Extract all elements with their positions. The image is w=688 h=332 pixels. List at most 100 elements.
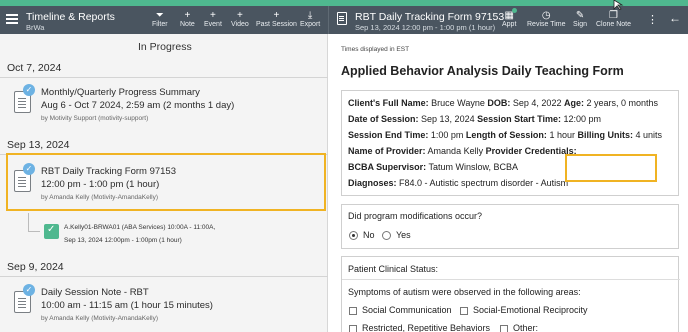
checkbox-restricted-repetitive[interactable]	[349, 325, 357, 332]
hamburger-menu-icon[interactable]	[6, 14, 18, 24]
filter-button[interactable]: ⏷ Filter	[152, 10, 168, 28]
clinical-status-prompt: Symptoms of autism were observed in the …	[348, 287, 581, 297]
add-event-button[interactable]: + Event	[204, 10, 222, 28]
event-label: Event	[204, 21, 222, 28]
back-arrow-icon[interactable]: ←	[669, 11, 681, 25]
diagnoses-row: Diagnoses: F84.0 - Autistic spectrum dis…	[348, 178, 568, 188]
provider-label: Name of Provider:	[348, 146, 426, 156]
export-label: Export	[300, 21, 321, 28]
diagnoses-value: F84.0 - Autistic spectrum disorder - Aut…	[399, 178, 569, 188]
item-time: 10:00 am - 11:15 am (1 hour 15 minutes)	[41, 300, 213, 311]
clone-note-button[interactable]: ❐ Clone Note	[596, 10, 631, 28]
timeline-item-progress-summary[interactable]: ✓ Monthly/Quarterly Progress Summary Aug…	[14, 84, 314, 127]
session-date-label: Date of Session:	[348, 114, 419, 124]
item-title: Monthly/Quarterly Progress Summary	[41, 87, 200, 98]
timezone-note: Times displayed in EST	[341, 46, 410, 53]
radio-no[interactable]	[349, 231, 358, 240]
provider-row: Name of Provider: Amanda Kelly Provider …	[348, 146, 577, 156]
copy-icon: ❐	[609, 10, 618, 21]
provider-value: Amanda Kelly	[427, 146, 484, 156]
app-header: Timeline & Reports BrWa ⏷ Filter + Note …	[0, 6, 688, 34]
past-session-label: Past Session	[256, 21, 297, 28]
checkbox-label: Social-Emotional Reciprocity	[473, 305, 588, 315]
timeline-panel: In Progress Oct 7, 2024 ✓ Monthly/Quarte…	[0, 34, 328, 332]
radio-yes[interactable]	[382, 231, 391, 240]
tree-connector	[28, 213, 29, 231]
start-time-label: Session Start Time:	[477, 114, 561, 124]
date-heading: Sep 9, 2024	[7, 261, 64, 273]
client-row: Client's Full Name: Bruce Wayne DOB: Sep…	[348, 98, 658, 108]
filter-icon: ⏷	[155, 10, 164, 21]
date-heading: Sep 13, 2024	[7, 139, 70, 151]
sign-button[interactable]: ✎ Sign	[573, 10, 587, 28]
add-note-button[interactable]: + Note	[180, 10, 195, 28]
date-heading: Oct 7, 2024	[7, 62, 62, 74]
checkbox-label: Restricted, Repetitive Behaviors	[362, 323, 491, 332]
form-title: Applied Behavior Analysis Daily Teaching…	[341, 64, 624, 78]
checkbox-other[interactable]	[500, 325, 508, 332]
diagnoses-label: Diagnoses:	[348, 178, 397, 188]
filter-label: Filter	[152, 21, 168, 28]
export-button[interactable]: ⤓ Export	[300, 10, 320, 28]
check-badge-icon: ✓	[23, 84, 35, 96]
appointment-line-2: Sep 13, 2024 12:00pm - 1:00pm (1 hour)	[64, 237, 182, 244]
appointment-line-1: A.Kelly01-BRWA01 (ABA Services) 10:00A -…	[64, 224, 216, 231]
pen-icon: ✎	[575, 10, 585, 21]
timeline-item-daily-session-note[interactable]: ✓ Daily Session Note - RBT 10:00 am - 11…	[14, 284, 314, 327]
billing-units-label: Billing Units:	[577, 130, 633, 140]
bcba-value: Tatum Winslow, BCBA	[428, 162, 519, 172]
timeline-title: Timeline & Reports	[26, 11, 115, 23]
more-options-icon[interactable]: ⋮	[647, 13, 658, 26]
revise-time-label: Revise Time	[527, 21, 566, 28]
note-label: Note	[180, 21, 195, 28]
date-divider	[0, 276, 328, 277]
end-time-label: Session End Time:	[348, 130, 429, 140]
plus-icon: +	[273, 10, 280, 21]
length-value: 1 hour	[549, 130, 575, 140]
revise-time-button[interactable]: ◷ Revise Time	[527, 10, 566, 28]
checkbox-social-emotional[interactable]	[460, 307, 468, 315]
session-date-value: Sep 13, 2024	[421, 114, 475, 124]
item-author: by Amanda Kelly (Motivity-AmandaKelly)	[41, 315, 159, 322]
appt-badge	[512, 8, 517, 13]
date-divider	[0, 77, 328, 78]
item-author: by Motivity Support (motivity-support)	[41, 115, 149, 122]
form-header: RBT Daily Tracking Form 97153 Sep 13, 20…	[328, 6, 688, 34]
add-past-session-button[interactable]: + Past Session	[256, 10, 297, 28]
video-label: Video	[231, 21, 249, 28]
item-time: Aug 6 - Oct 7 2024, 2:59 am (2 months 1 …	[41, 100, 235, 111]
end-time-value: 1:00 pm	[430, 130, 464, 140]
appt-label: Appt	[502, 21, 517, 28]
plus-icon: +	[210, 10, 216, 21]
credentials-label: Provider Credentials:	[485, 146, 577, 156]
bcba-label: BCBA Supervisor:	[348, 162, 427, 172]
plus-icon: +	[236, 10, 243, 21]
tree-connector	[28, 231, 40, 232]
timeline-header: Timeline & Reports BrWa ⏷ Filter + Note …	[0, 6, 328, 34]
question-label: Did program modifications occur?	[348, 211, 483, 221]
checkbox-label: Social Communication	[362, 305, 452, 315]
client-label: Client's Full Name:	[348, 98, 429, 108]
radio-no-label: No	[363, 230, 375, 240]
document-icon	[337, 12, 347, 25]
section-divider	[342, 279, 680, 280]
form-header-title: RBT Daily Tracking Form 97153	[355, 11, 505, 23]
checkbox-label: Other:	[513, 323, 539, 332]
add-video-button[interactable]: + Video	[231, 10, 249, 28]
selected-item-highlight	[6, 153, 326, 211]
form-header-subtitle: Sep 13, 2024 12:00 pm - 1:00 pm (1 hour)	[355, 23, 496, 32]
clinical-status-title: Patient Clinical Status:	[348, 264, 439, 274]
end-row: Session End Time: 1:00 pm Length of Sess…	[348, 130, 662, 140]
check-badge-icon: ✓	[23, 284, 35, 296]
clinical-status-section: Patient Clinical Status: Symptoms of aut…	[341, 256, 680, 332]
dob-value: Sep 4, 2022	[512, 98, 562, 108]
clone-note-label: Clone Note	[596, 21, 632, 28]
radio-yes-label: Yes	[396, 230, 411, 240]
date-row: Date of Session: Sep 13, 2024 Session St…	[348, 114, 601, 124]
appointment-check-icon	[44, 224, 59, 239]
checkbox-social-communication[interactable]	[349, 307, 357, 315]
clock-icon: ◷	[541, 10, 551, 21]
dob-label: DOB:	[487, 98, 511, 108]
client-value: Bruce Wayne	[431, 98, 485, 108]
bcba-row: BCBA Supervisor: Tatum Winslow, BCBA	[348, 162, 518, 172]
